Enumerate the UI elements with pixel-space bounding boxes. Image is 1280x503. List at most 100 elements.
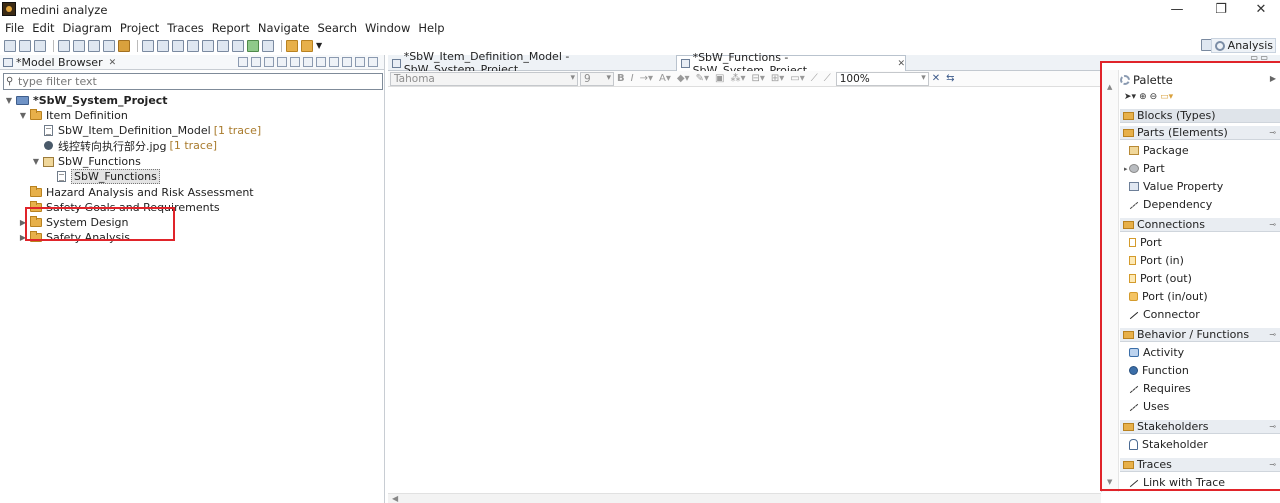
menu-bar: File Edit Diagram Project Traces Report …: [0, 19, 1280, 37]
line-style-icon[interactable]: →▾: [640, 73, 653, 84]
expand-all-icon[interactable]: [238, 57, 248, 67]
arrange-icon[interactable]: ⊞▾: [771, 73, 784, 84]
menu-help[interactable]: Help: [417, 19, 448, 37]
report-icon[interactable]: [232, 39, 244, 52]
new-project-icon[interactable]: [19, 39, 31, 52]
highlight-annotation: [25, 207, 175, 241]
menu-window[interactable]: Window: [364, 19, 414, 37]
close-button[interactable]: ✕: [1244, 1, 1278, 19]
line-color-icon[interactable]: ✎▾: [696, 73, 709, 84]
filter-icon[interactable]: [277, 57, 287, 67]
menu-diagram[interactable]: Diagram: [62, 19, 116, 37]
compare-icon[interactable]: [202, 39, 214, 52]
scroll-left-icon[interactable]: ◀: [392, 494, 398, 503]
maximize-view-icon[interactable]: [368, 57, 378, 67]
package-icon: [43, 156, 54, 167]
menu-navigate[interactable]: Navigate: [257, 19, 314, 37]
filter-input[interactable]: [18, 74, 378, 89]
image-icon: [44, 141, 53, 150]
diagram-editor: *SbW_Item_Definition_Model - SbW_System_…: [388, 50, 1101, 503]
title-bar: medini analyze — ❐ ✕: [0, 0, 1280, 20]
project-label: *SbW_System_Project: [33, 94, 168, 107]
tree-row-functions-diagram[interactable]: SbW_Functions: [57, 169, 160, 184]
select-icon[interactable]: ⁂▾: [730, 73, 745, 84]
palette-highlight-annotation: [1100, 61, 1280, 491]
chart-icon[interactable]: [118, 39, 130, 52]
hide-connections-icon[interactable]: ✕: [932, 73, 940, 84]
tree-row-item-definition[interactable]: ▼ Item Definition: [18, 108, 128, 123]
comment-icon[interactable]: [142, 39, 154, 52]
functions-diagram-label: SbW_Functions: [71, 169, 160, 184]
open-folder-icon[interactable]: [286, 39, 298, 52]
run-icon[interactable]: [247, 39, 259, 52]
document-icon: [44, 125, 53, 136]
forward-icon[interactable]: [303, 57, 313, 67]
view-menu-icon[interactable]: [342, 57, 352, 67]
route-icon[interactable]: ⟋: [811, 73, 818, 84]
external-tool-icon[interactable]: [262, 39, 274, 52]
align-icon[interactable]: ⊟▾: [751, 73, 764, 84]
toolbar-separator: [137, 39, 138, 52]
task-icon[interactable]: [172, 39, 184, 52]
close-tab-icon[interactable]: ✕: [897, 59, 905, 69]
zoom-combo[interactable]: 100%: [835, 71, 929, 86]
import-icon[interactable]: [34, 39, 46, 52]
expand-arrow-icon[interactable]: ▼: [4, 96, 14, 105]
model-browser-tab-label: *Model Browser: [16, 56, 103, 69]
size-icon[interactable]: ▭▾: [790, 73, 804, 84]
collapse-all-icon[interactable]: [251, 57, 261, 67]
tree-row-hazard-analysis[interactable]: Hazard Analysis and Risk Assessment: [30, 185, 254, 200]
back-icon[interactable]: [290, 57, 300, 67]
image-label: 线控转向执行部分.jpg: [58, 139, 167, 153]
fill-color-icon[interactable]: ◆▾: [677, 73, 690, 84]
tree-row-functions-package[interactable]: ▼ SbW_Functions: [31, 154, 141, 169]
tree-filter: ⚲: [3, 73, 383, 90]
perspective-analysis-button[interactable]: Analysis: [1210, 38, 1276, 53]
sort-icon[interactable]: [316, 57, 326, 67]
new-icon[interactable]: [4, 39, 16, 52]
editor-tab-functions[interactable]: *SbW_Functions - SbW_System_Project ✕: [676, 51, 906, 77]
project-icon: [16, 96, 29, 105]
copy-format-icon[interactable]: ▣: [715, 73, 724, 84]
note-icon[interactable]: [157, 39, 169, 52]
menu-project[interactable]: Project: [119, 19, 163, 37]
show-connections-icon[interactable]: ⇆: [946, 73, 954, 84]
launch-icon[interactable]: [301, 39, 313, 52]
review-icon[interactable]: [187, 39, 199, 52]
functions-package-label: SbW_Functions: [58, 155, 141, 168]
link-editor-icon[interactable]: [264, 57, 274, 67]
editor-tab-item-definition[interactable]: *SbW_Item_Definition_Model - SbW_System_…: [388, 50, 675, 76]
menu-search[interactable]: Search: [316, 19, 361, 37]
expand-arrow-icon[interactable]: ▼: [18, 111, 28, 120]
model-browser-tab[interactable]: *Model Browser ✕: [3, 55, 116, 70]
horizontal-scrollbar[interactable]: ◀: [388, 493, 1101, 503]
close-tab-icon[interactable]: ✕: [109, 58, 117, 68]
font-name-combo[interactable]: Tahoma: [390, 71, 578, 86]
menu-edit[interactable]: Edit: [31, 19, 58, 37]
expand-arrow-icon[interactable]: ▼: [31, 157, 41, 166]
font-color-icon[interactable]: A▾: [659, 73, 671, 84]
validate-icon[interactable]: [217, 39, 229, 52]
minimize-view-icon[interactable]: [355, 57, 365, 67]
save-icon[interactable]: [58, 39, 70, 52]
chevron-down-icon[interactable]: ▼: [316, 41, 322, 50]
minimize-button[interactable]: —: [1160, 1, 1194, 19]
bold-icon[interactable]: B: [617, 73, 625, 84]
diagram-canvas[interactable]: [388, 88, 1101, 492]
export-icon[interactable]: [103, 39, 115, 52]
menu-file[interactable]: File: [4, 19, 28, 37]
tree-row-item-definition-model[interactable]: SbW_Item_Definition_Model [1 trace]: [44, 123, 261, 138]
refresh-icon[interactable]: [329, 57, 339, 67]
save-all-icon[interactable]: [73, 39, 85, 52]
print-icon[interactable]: [88, 39, 100, 52]
italic-icon[interactable]: I: [631, 73, 634, 84]
tree-row-image[interactable]: 线控转向执行部分.jpg [1 trace]: [44, 138, 217, 153]
font-size-combo[interactable]: 9: [580, 71, 614, 86]
menu-report[interactable]: Report: [211, 19, 254, 37]
maximize-button[interactable]: ❐: [1204, 1, 1238, 19]
menu-traces[interactable]: Traces: [166, 19, 208, 37]
route-style-icon[interactable]: ⟋: [824, 73, 831, 84]
trace-count: [1 trace]: [213, 124, 262, 137]
item-definition-label: Item Definition: [46, 109, 128, 122]
tree-row-project[interactable]: ▼ *SbW_System_Project: [4, 93, 168, 108]
